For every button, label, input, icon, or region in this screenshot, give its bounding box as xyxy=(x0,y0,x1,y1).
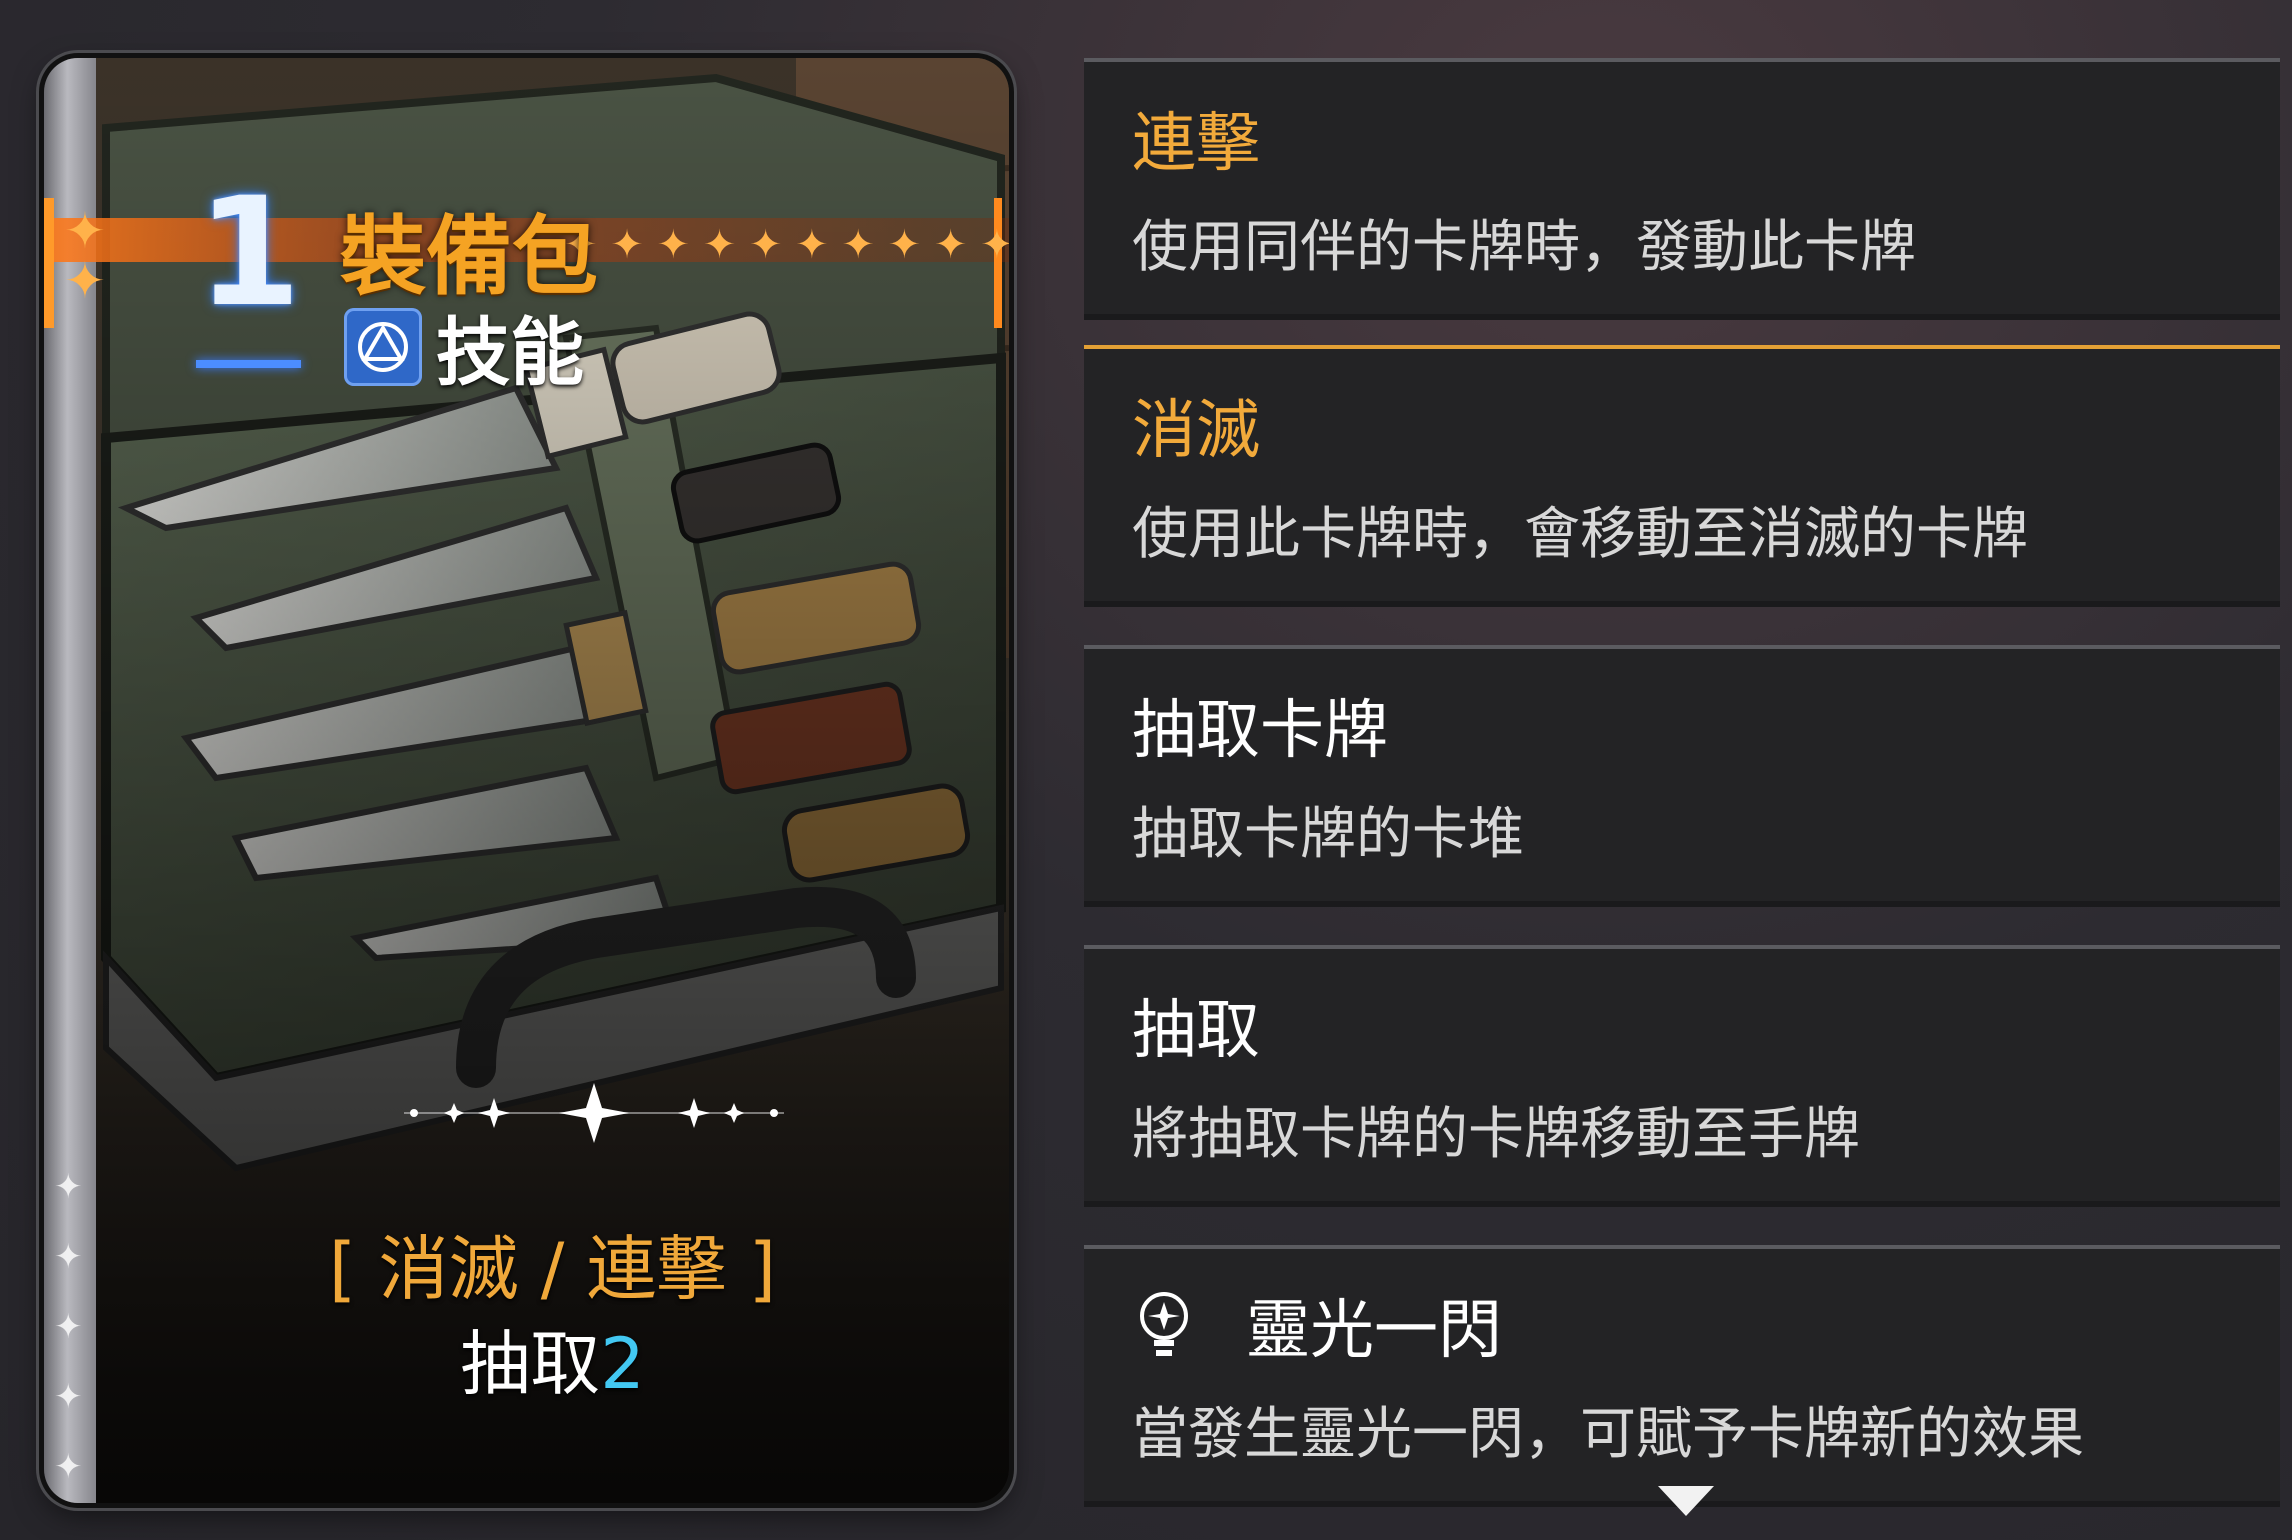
svg-text:✦: ✦ xyxy=(54,1377,83,1417)
panel-title: 抽取 xyxy=(1132,994,1260,1068)
svg-text:✦: ✦ xyxy=(64,252,106,310)
panel-title-row: 靈光一閃 xyxy=(1132,1279,1502,1371)
panel-title: 靈光一閃 xyxy=(1246,1294,1502,1368)
svg-text:✦ ✦ ✦ ✦ ✦ ✦ ✦ ✦ ✦ ✦ ✦: ✦ ✦ ✦ ✦ ✦ ✦ ✦ ✦ ✦ ✦ ✦ xyxy=(564,222,1009,268)
panel-title: 連擊 xyxy=(1132,107,1260,181)
card-effect-text: 抽取 xyxy=(460,1323,601,1405)
svg-text:✦: ✦ xyxy=(54,1307,83,1347)
skill-triangle-icon xyxy=(344,307,422,386)
keyword-panel-combo[interactable]: 連擊 使用同伴的卡牌時，發動此卡牌 xyxy=(1084,58,2280,314)
card-effect-value: 2 xyxy=(600,1323,645,1405)
panel-description: 抽取卡牌的卡堆 xyxy=(1132,802,1524,867)
svg-text:✦: ✦ xyxy=(54,1447,83,1487)
svg-text:✦: ✦ xyxy=(54,1237,83,1277)
keyword-panel-inspiration[interactable]: 靈光一閃 當發生靈光一閃，可賦予卡牌新的效果 xyxy=(1084,1245,2280,1501)
card-keywords: [ 消滅 / 連擊 ] xyxy=(328,1228,777,1310)
lightbulb-icon xyxy=(1140,1292,1188,1356)
card-effect: 抽取2 xyxy=(96,1308,1009,1409)
panel-title: 抽取卡牌 xyxy=(1132,694,1388,768)
card-cost: 1 xyxy=(196,166,302,340)
keyword-panel-draw-pile[interactable]: 抽取卡牌 抽取卡牌的卡堆 xyxy=(1084,645,2280,901)
panel-title: 消滅 xyxy=(1132,394,1260,468)
card-type: 技能 xyxy=(344,293,584,400)
panel-description: 將抽取卡牌的卡牌移動至手牌 xyxy=(1132,1102,1860,1167)
panel-description: 使用同伴的卡牌時，發動此卡牌 xyxy=(1132,215,1916,280)
panel-description: 使用此卡牌時，會移動至消滅的卡牌 xyxy=(1132,502,2028,567)
keyword-panel-exhaust[interactable]: 消滅 使用此卡牌時，會移動至消滅的卡牌 xyxy=(1084,345,2280,601)
sparkle-divider xyxy=(404,1083,784,1143)
card-type-label: 技能 xyxy=(436,310,584,396)
cost-underline xyxy=(196,360,301,368)
skill-card[interactable]: ✦ ✦ ✦ ✦ ✦ ✦ ✦ ✦ ✦ ✦ ✦ ✦ ✦ 1 裝備包 技能 [ 消滅 … xyxy=(44,58,1009,1503)
panel-description: 當發生靈光一閃，可賦予卡牌新的效果 xyxy=(1132,1402,2084,1467)
keyword-panel-draw[interactable]: 抽取 將抽取卡牌的卡牌移動至手牌 xyxy=(1084,945,2280,1201)
scroll-down-icon[interactable] xyxy=(1658,1486,1714,1516)
rail-decoration: ✦ ✦ ✦ ✦ ✦ xyxy=(54,1167,83,1487)
svg-text:✦: ✦ xyxy=(54,1167,83,1207)
